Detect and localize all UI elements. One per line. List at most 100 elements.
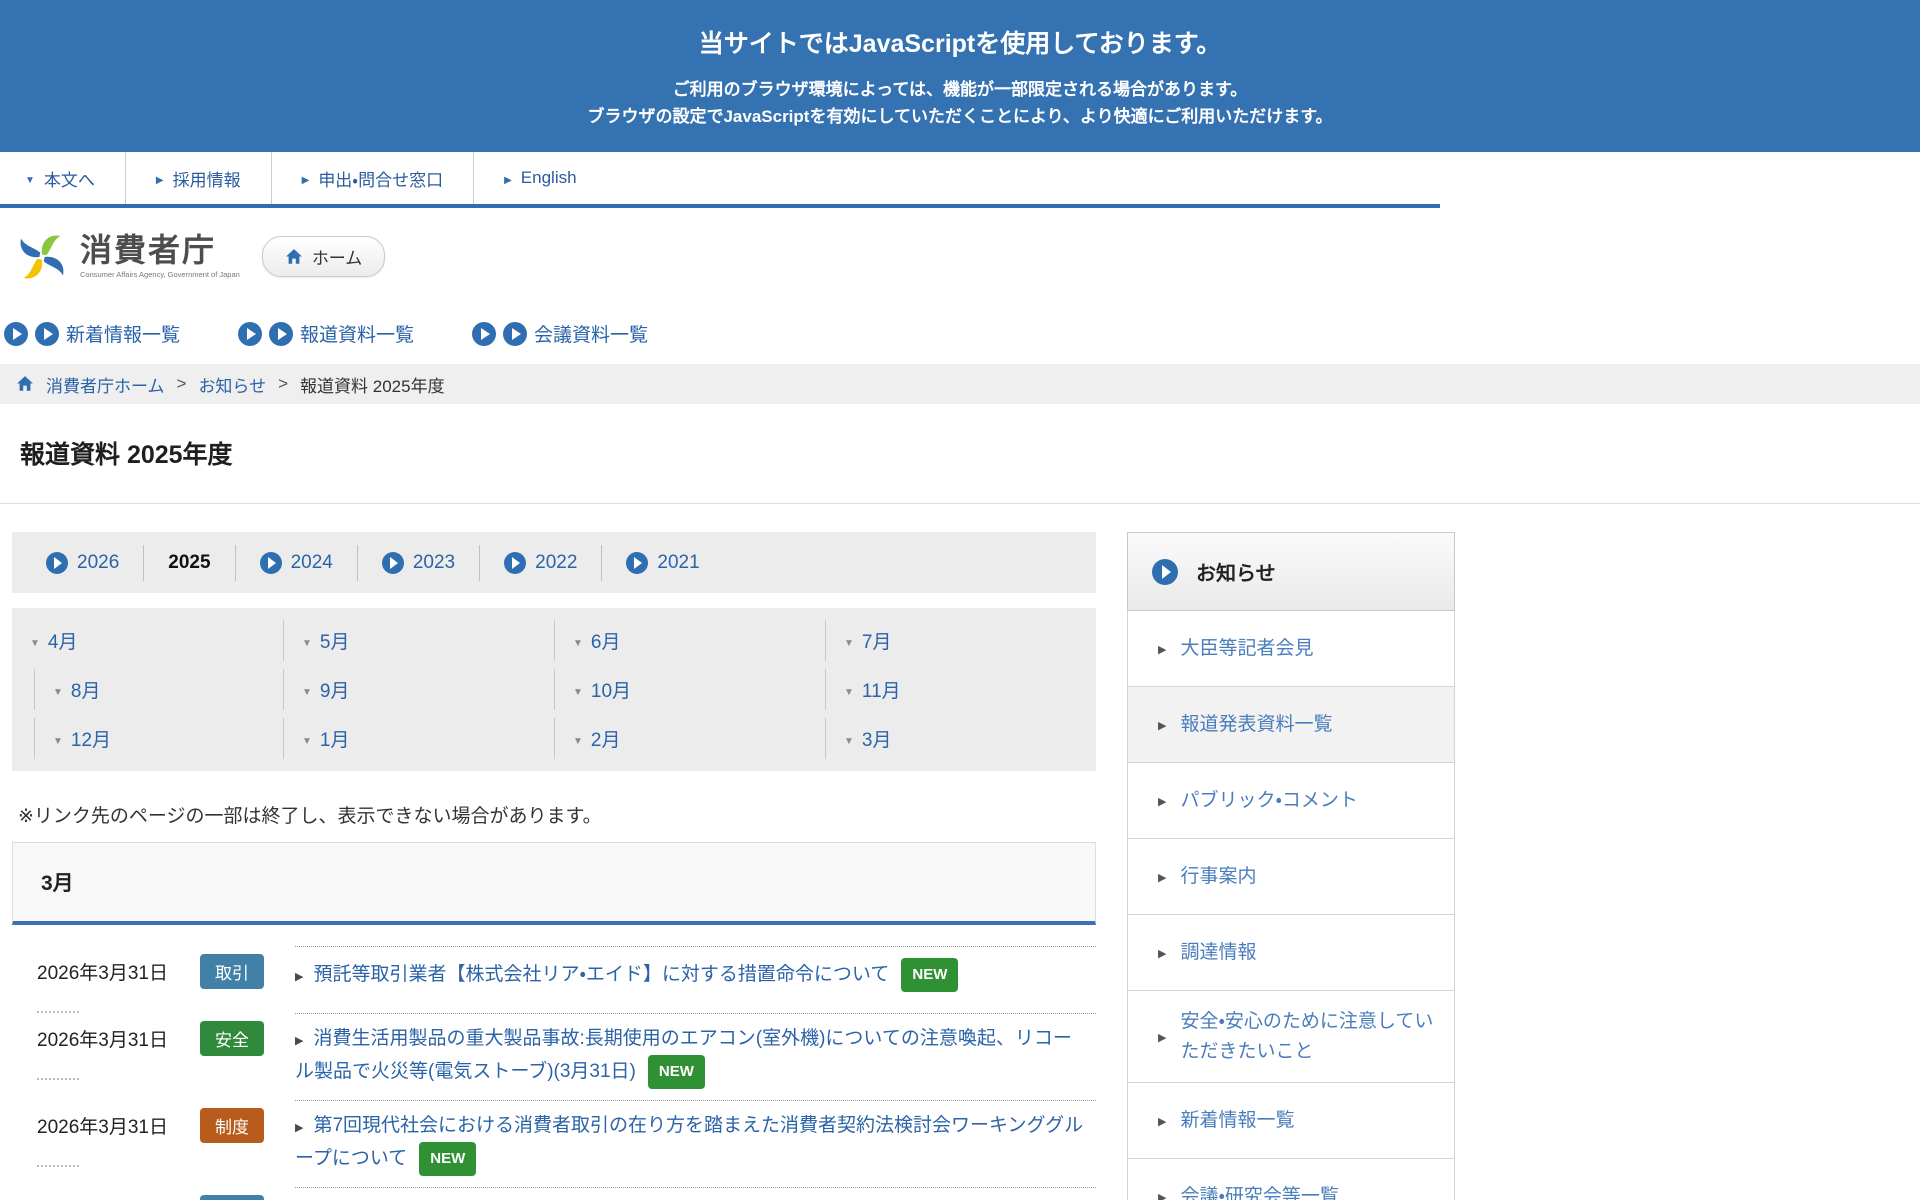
- home-button[interactable]: ホーム: [262, 236, 386, 277]
- month-grid: 4月 5月 6月 7月 8月 9月 10月 11月 12月 1月 2月 3月: [12, 616, 1096, 763]
- month-link-november[interactable]: 11月: [825, 669, 1096, 710]
- main-column: 2026 2025 2024 2023 2022 2021: [12, 532, 1096, 1200]
- year-tab-2025-current: 2025: [144, 545, 235, 581]
- triangle-right-icon: [1158, 1105, 1166, 1137]
- news-link[interactable]: 預託等取引業者【株式会社リア・エイド】に対する措置命令について: [313, 964, 889, 985]
- quick-link-new-info[interactable]: 新着情報一覧: [4, 320, 180, 347]
- site-subtitle: Consumer Affairs Agency, Government of J…: [80, 270, 240, 279]
- month-link-february[interactable]: 2月: [554, 718, 825, 759]
- quick-link-label: 会議資料一覧: [534, 320, 648, 347]
- triangle-right-icon: [1158, 861, 1166, 893]
- sidebar-item-procurement[interactable]: 調達情報: [1127, 915, 1455, 991]
- nav-item-label: 申出・問合せ窓口: [318, 166, 443, 191]
- breadcrumb-link-home[interactable]: 消費者庁ホーム: [46, 372, 165, 397]
- content-area: 2026 2025 2024 2023 2022 2021: [0, 504, 1920, 1200]
- new-badge: NEW: [648, 1055, 705, 1089]
- title-cell: 第7回現代社会における消費者取引の在り方を踏まえた消費者契約法検討会ワーキンググ…: [295, 1100, 1096, 1187]
- nav-item-contact[interactable]: 申出・問合せ窓口: [271, 152, 473, 204]
- circle-play-icon: [260, 552, 282, 574]
- triangle-right-icon: [1158, 709, 1166, 741]
- section-heading-march: 3月: [12, 842, 1096, 925]
- sidebar-item-label: 安全・安心のために注意していただきたいこと: [1180, 1007, 1436, 1067]
- sidebar-item-safety-notice[interactable]: 安全・安心のために注意していただきたいこと: [1127, 991, 1455, 1083]
- month-link-march[interactable]: 3月: [825, 718, 1096, 759]
- utility-nav: 本文へ 採用情報 申出・問合せ窓口 English: [0, 152, 1440, 208]
- sidebar-item-public-comment[interactable]: パブリック・コメント: [1127, 763, 1455, 839]
- month-label: 5月: [320, 627, 350, 654]
- year-tab-label: 2024: [291, 552, 333, 574]
- month-label: 1月: [320, 725, 350, 752]
- month-label: 11月: [862, 676, 901, 703]
- site-header: 消費者庁 Consumer Affairs Agency, Government…: [0, 208, 1920, 305]
- new-badge: NEW: [419, 1142, 476, 1176]
- sidebar-header: お知らせ: [1127, 532, 1455, 611]
- triangle-down-icon: [844, 728, 854, 750]
- sidebar-item-label: パブリック・コメント: [1180, 786, 1357, 816]
- triangle-right-icon: [1158, 1181, 1166, 1200]
- sidebar-title: お知らせ: [1196, 557, 1276, 586]
- month-link-october[interactable]: 10月: [554, 669, 825, 710]
- banner-title: 当サイトではJavaScriptを使用しております。: [0, 24, 1920, 60]
- month-label: 2月: [591, 725, 621, 752]
- year-tab-2021[interactable]: 2021: [602, 545, 723, 581]
- triangle-right-icon: [295, 1112, 303, 1142]
- month-link-september[interactable]: 9月: [283, 669, 554, 710]
- month-link-august[interactable]: 8月: [34, 669, 283, 710]
- sidebar-item-events[interactable]: 行事案内: [1127, 839, 1455, 915]
- sidebar-item-label: 報道発表資料一覧: [1180, 710, 1332, 740]
- breadcrumb: 消費者庁ホーム > お知らせ > 報道資料 2025年度: [0, 364, 1920, 404]
- month-link-july[interactable]: 7月: [825, 620, 1096, 661]
- badge-cell: 制度: [200, 1100, 295, 1143]
- month-link-december[interactable]: 12月: [34, 718, 283, 759]
- month-link-april[interactable]: 4月: [12, 620, 283, 661]
- quick-link-label: 新着情報一覧: [66, 320, 180, 347]
- triangle-down-icon: [573, 728, 583, 750]
- sidebar-item-press-conference[interactable]: 大臣等記者会見: [1127, 611, 1455, 687]
- new-badge: NEW: [901, 958, 958, 992]
- home-button-label: ホーム: [312, 244, 363, 269]
- triangle-right-icon: [302, 168, 310, 188]
- news-row: 2026年3月31日 安全 消費生活用製品の重大製品事故:長期使用のエアコン(室…: [12, 1013, 1096, 1100]
- sidebar-item-label: 調達情報: [1180, 938, 1256, 968]
- quick-link-press-materials[interactable]: 報道資料一覧: [238, 320, 414, 347]
- breadcrumb-separator: >: [278, 374, 288, 394]
- news-link[interactable]: 第7回現代社会における消費者取引の在り方を踏まえた消費者契約法検討会ワーキンググ…: [295, 1115, 1083, 1169]
- year-tab-label: 2026: [77, 552, 119, 574]
- triangle-down-icon: [30, 630, 40, 652]
- month-link-january[interactable]: 1月: [283, 718, 554, 759]
- sidebar-item-new-info-list[interactable]: 新着情報一覧: [1127, 1083, 1455, 1159]
- triangle-down-icon: [844, 630, 854, 652]
- triangle-right-icon: [156, 168, 164, 188]
- triangle-right-icon: [1158, 633, 1166, 665]
- quick-link-meeting-materials[interactable]: 会議資料一覧: [472, 320, 648, 347]
- year-tab-label: 2023: [413, 552, 455, 574]
- home-icon: [16, 375, 34, 393]
- sidebar-item-press-release-list[interactable]: 報道発表資料一覧: [1127, 687, 1455, 763]
- circle-play-icon: [472, 322, 496, 346]
- month-link-june[interactable]: 6月: [554, 620, 825, 661]
- nav-item-recruit[interactable]: 採用情報: [125, 152, 271, 204]
- badge-cell: 取引: [200, 946, 295, 989]
- sidebar-item-meetings-list[interactable]: 会議・研究会等一覧: [1127, 1159, 1455, 1200]
- javascript-notice-banner: 当サイトではJavaScriptを使用しております。 ご利用のブラウザ環境によっ…: [0, 0, 1920, 152]
- triangle-down-icon: [25, 168, 35, 188]
- nav-item-label: English: [521, 168, 577, 188]
- breadcrumb-link-news[interactable]: お知らせ: [198, 372, 266, 397]
- nav-item-skip-to-content[interactable]: 本文へ: [0, 152, 125, 204]
- title-cell: 通信販売業者【株式会社MIO、株式会社Meilie及び株式会社WELLVY】に対…: [295, 1187, 1096, 1200]
- circle-play-icon: [4, 322, 28, 346]
- nav-item-english[interactable]: English: [473, 152, 606, 204]
- banner-line-2: ブラウザの設定でJavaScriptを有効にしていただくことにより、より快適にご…: [0, 105, 1920, 130]
- site-logo[interactable]: 消費者庁 Consumer Affairs Agency, Government…: [14, 229, 240, 285]
- news-row: 2026年3月31日 制度 第7回現代社会における消費者取引の在り方を踏まえた消…: [12, 1100, 1096, 1187]
- month-link-may[interactable]: 5月: [283, 620, 554, 661]
- year-tab-2026[interactable]: 2026: [22, 545, 144, 581]
- year-tab-2024[interactable]: 2024: [236, 545, 358, 581]
- triangle-right-icon: [1158, 937, 1166, 969]
- title-cell: 消費生活用製品の重大製品事故:長期使用のエアコン(室外機)についての注意喚起、リ…: [295, 1013, 1096, 1100]
- year-tab-2023[interactable]: 2023: [358, 545, 480, 581]
- page-title-bar: 報道資料 2025年度: [0, 404, 1920, 504]
- year-tabs: 2026 2025 2024 2023 2022 2021: [12, 532, 1096, 593]
- year-tab-2022[interactable]: 2022: [480, 545, 602, 581]
- circle-play-icon: [1152, 559, 1178, 585]
